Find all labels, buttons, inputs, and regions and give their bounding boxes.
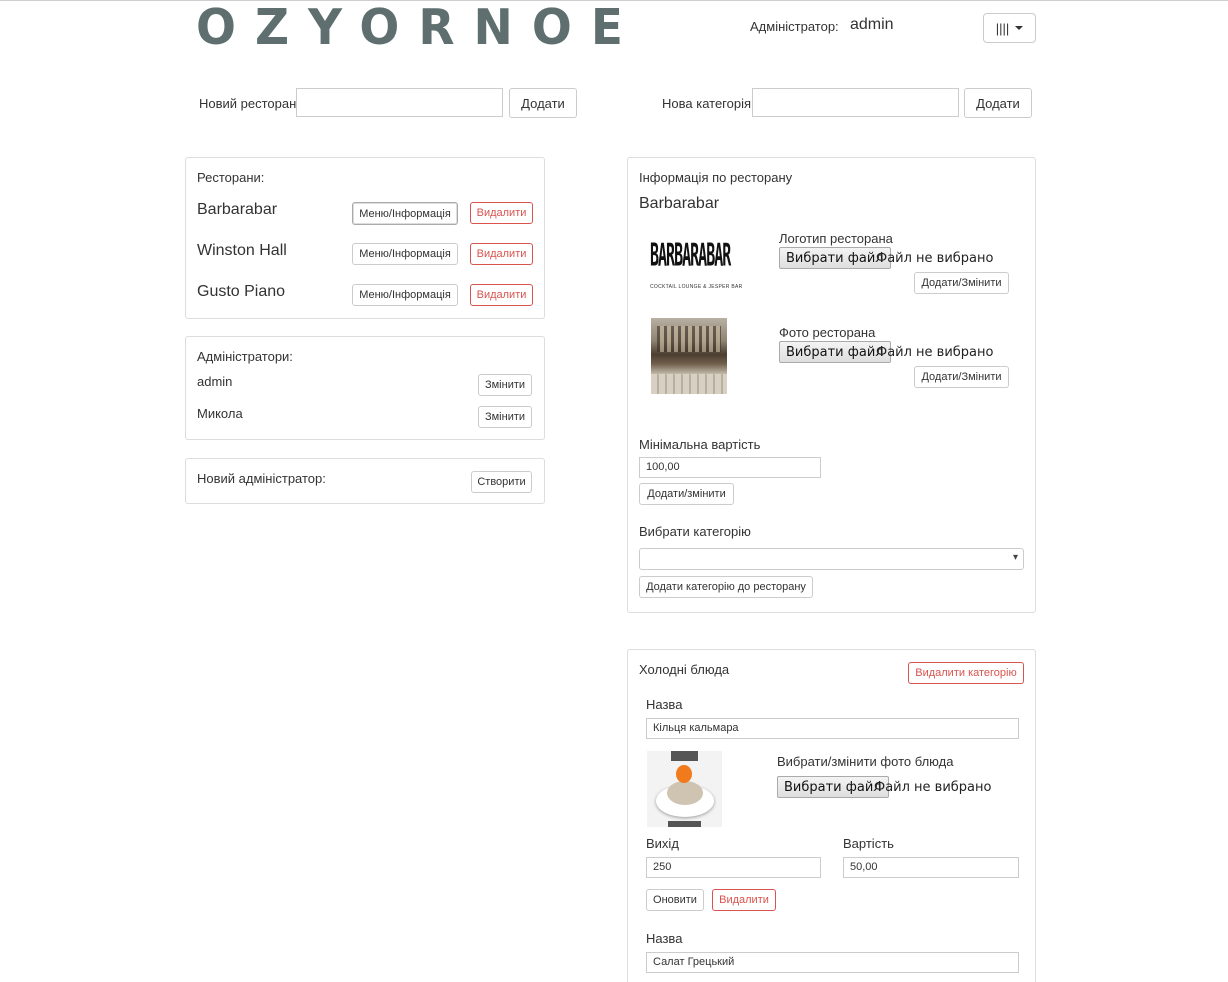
- dish-cost-input[interactable]: 50,00: [843, 857, 1019, 878]
- admin-edit-button[interactable]: Змінити: [478, 374, 532, 396]
- dish-yield-input[interactable]: 250: [646, 857, 821, 878]
- min-cost-input[interactable]: 100,00: [639, 457, 821, 478]
- new-admin-panel: Новий адміністратор: Створити: [185, 458, 545, 504]
- restaurant-delete-button[interactable]: Видалити: [470, 202, 533, 224]
- photo-file-status: Файл не вибрано: [876, 345, 994, 360]
- add-category-to-restaurant-button[interactable]: Додати категорію до ресторану: [639, 576, 813, 598]
- restaurant-info-panel: Інформація по ресторану Barbarabar BARBA…: [627, 157, 1036, 613]
- photo-label: Фото ресторана: [779, 325, 876, 340]
- logo-label: Логотип ресторана: [779, 231, 893, 246]
- restaurant-name: Winston Hall: [197, 242, 287, 259]
- logo-image-text: BARBARABAR: [650, 236, 731, 274]
- admins-title: Адміністратори:: [197, 349, 293, 364]
- restaurant-logo-image: BARBARABAR COCKTAIL LOUNGE & JESPER BAR: [650, 234, 742, 296]
- photo-choose-file-button[interactable]: Вибрати файл: [779, 341, 891, 363]
- dish-choose-file-button[interactable]: Вибрати файл: [777, 776, 889, 798]
- min-cost-label: Мінімальна вартість: [639, 437, 761, 452]
- dish-cost-label: Вартість: [843, 836, 894, 851]
- new-category-input[interactable]: [752, 88, 959, 117]
- admin-item-name: Микола: [197, 406, 243, 421]
- dish-photo-label: Вибрати/змінити фото блюда: [777, 754, 954, 769]
- restaurant-name: Barbarabar: [197, 201, 278, 218]
- menu-dropdown-button[interactable]: ||||: [983, 13, 1036, 43]
- dish-name-input[interactable]: Салат Грецький: [646, 952, 1019, 973]
- restaurants-panel: Ресторани: Barbarabar Меню/Інформація Ви…: [185, 157, 545, 319]
- new-admin-title: Новий адміністратор:: [197, 471, 326, 486]
- admin-label: Адміністратор:: [750, 19, 839, 34]
- photo-add-change-button[interactable]: Додати/Змінити: [914, 366, 1009, 388]
- admin-edit-button[interactable]: Змінити: [478, 406, 532, 428]
- admins-panel: Адміністратори: admin Змінити Микола Змі…: [185, 336, 545, 440]
- info-title: Інформація по ресторану: [639, 170, 793, 185]
- admin-item-name: admin: [197, 374, 233, 389]
- category-select[interactable]: [639, 548, 1024, 570]
- new-restaurant-input[interactable]: [296, 88, 503, 117]
- bars-icon: ||||: [995, 20, 1010, 36]
- site-logo: OZYORNOE: [196, 0, 642, 57]
- restaurant-delete-button[interactable]: Видалити: [470, 243, 533, 265]
- category-title: Холодні блюда: [639, 662, 730, 677]
- restaurant-delete-button[interactable]: Видалити: [470, 284, 533, 306]
- restaurant-photo-image: [651, 318, 727, 394]
- create-admin-button[interactable]: Створити: [471, 471, 532, 493]
- logo-choose-file-button[interactable]: Вибрати файл: [779, 247, 891, 269]
- restaurant-menu-info-button[interactable]: Меню/Інформація: [352, 243, 458, 265]
- dish-name-label: Назва: [646, 931, 683, 946]
- restaurant-name: Gusto Piano: [197, 283, 286, 300]
- new-restaurant-label: Новий ресторан: [199, 96, 297, 111]
- add-restaurant-button[interactable]: Додати: [509, 88, 577, 118]
- restaurants-title: Ресторани:: [197, 170, 265, 185]
- choose-category-label: Вибрати категорію: [639, 524, 751, 539]
- caret-down-icon: [1015, 26, 1024, 30]
- logo-image-subtext: COCKTAIL LOUNGE & JESPER BAR: [650, 284, 743, 290]
- min-cost-add-change-button[interactable]: Додати/змінити: [639, 483, 734, 505]
- dish-yield-label: Вихід: [646, 836, 679, 851]
- dish-file-status: Файл не вибрано: [874, 780, 992, 795]
- info-restaurant-name: Barbarabar: [639, 195, 720, 212]
- logo-add-change-button[interactable]: Додати/Змінити: [914, 272, 1009, 294]
- restaurant-menu-info-button[interactable]: Меню/Інформація: [352, 284, 458, 306]
- logo-file-status: Файл не вибрано: [876, 251, 994, 266]
- admin-name: admin: [850, 16, 894, 33]
- dish-photo-image: [647, 751, 722, 827]
- delete-category-button[interactable]: Видалити категорію: [908, 662, 1024, 684]
- restaurant-menu-info-button[interactable]: Меню/Інформація: [352, 202, 458, 225]
- new-category-label: Нова категорія: [662, 96, 752, 111]
- category-panel: Холодні блюда Видалити категорію Назва К…: [627, 649, 1036, 982]
- add-category-button[interactable]: Додати: [964, 88, 1032, 118]
- dish-update-button[interactable]: Оновити: [646, 889, 704, 911]
- dish-delete-button[interactable]: Видалити: [712, 889, 776, 911]
- dish-name-input[interactable]: Кільця кальмара: [646, 718, 1019, 739]
- dish-name-label: Назва: [646, 697, 683, 712]
